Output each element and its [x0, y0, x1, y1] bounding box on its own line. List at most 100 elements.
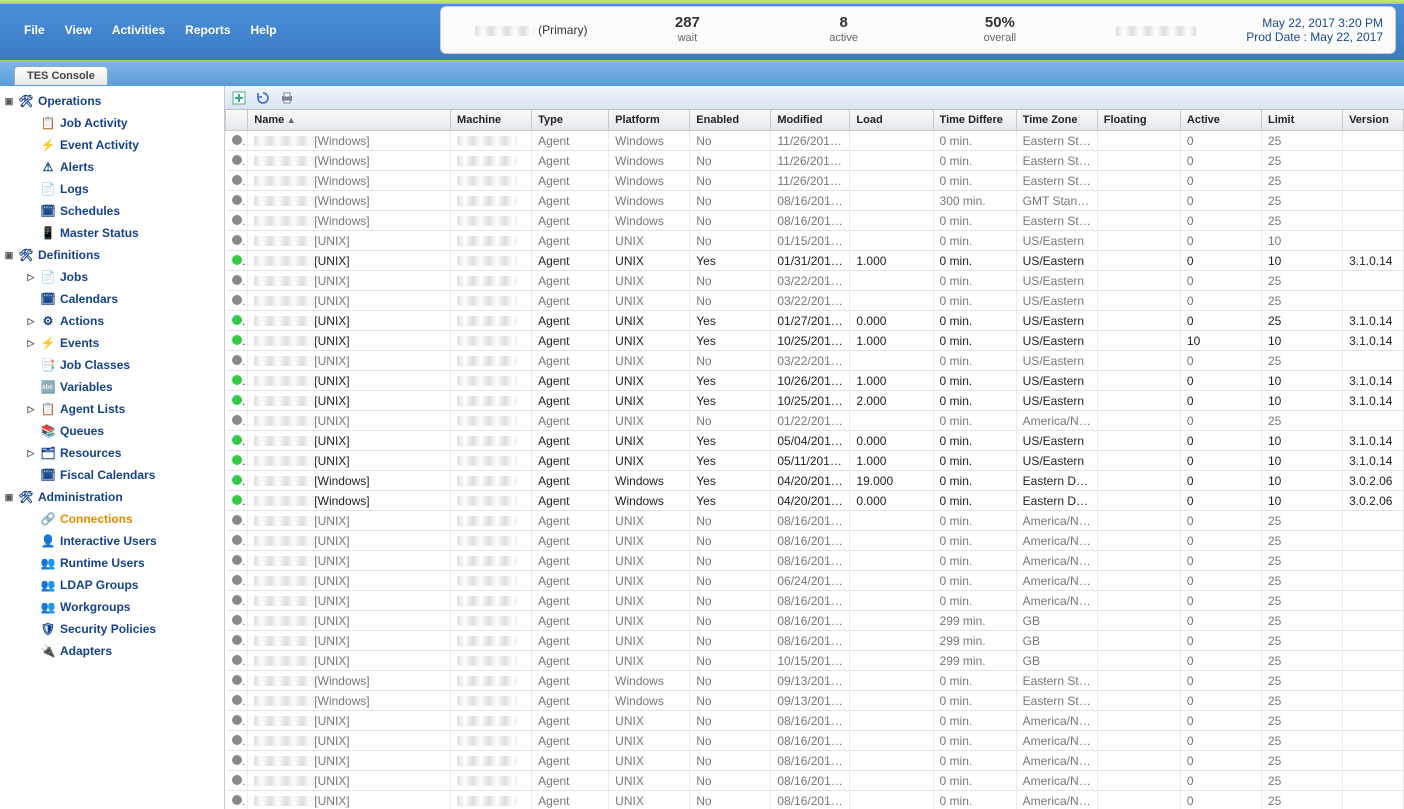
table-row[interactable]: [Windows]AgentWindowsNo11/26/2012 10 min… — [226, 151, 1404, 171]
table-row[interactable]: [UNIX]AgentUNIXYes10/25/2016 12.0000 min… — [226, 391, 1404, 411]
tree-item-event-activity[interactable]: ⚡Event Activity — [24, 134, 222, 156]
tab-tes-console[interactable]: TES Console — [14, 66, 108, 85]
table-row[interactable]: [Windows]AgentWindowsNo09/13/2012 10 min… — [226, 691, 1404, 711]
col-active[interactable]: Active — [1180, 110, 1261, 131]
tab-strip: TES Console — [0, 62, 1404, 86]
table-row[interactable]: [UNIX]AgentUNIXNo08/16/2012 10 min.Ameri… — [226, 791, 1404, 809]
status-wait: 287wait — [609, 12, 765, 47]
table-row[interactable]: [UNIX]AgentUNIXNo03/22/2017 10 min.US/Ea… — [226, 351, 1404, 371]
menu-activities[interactable]: Activities — [112, 23, 165, 37]
tree-item-security-policies[interactable]: 🛡Security Policies — [24, 618, 222, 640]
table-row[interactable]: [UNIX]AgentUNIXYes10/26/2016 11.0000 min… — [226, 371, 1404, 391]
table-row[interactable]: [UNIX]AgentUNIXNo10/15/2012 1299 min.GB0… — [226, 651, 1404, 671]
tree-item-calendars[interactable]: 🗓Calendars — [24, 288, 222, 310]
menu-help[interactable]: Help — [251, 23, 277, 37]
tree-item-master-status[interactable]: 📱Master Status — [24, 222, 222, 244]
table-row[interactable]: [UNIX]AgentUNIXNo08/16/2012 10 min.Ameri… — [226, 511, 1404, 531]
table-row[interactable]: [UNIX]AgentUNIXNo03/22/2017 10 min.US/Ea… — [226, 291, 1404, 311]
table-row[interactable]: [UNIX]AgentUNIXNo08/16/2012 1299 min.GB0… — [226, 611, 1404, 631]
agent-lists-icon: 📋 — [40, 401, 56, 417]
job-activity-icon: 📋 — [40, 115, 56, 131]
col-time-differe[interactable]: Time Differe — [933, 110, 1016, 131]
table-row[interactable]: [UNIX]AgentUNIXNo08/16/2012 1299 min.GB0… — [226, 631, 1404, 651]
tree-item-jobs[interactable]: ▷📄Jobs — [24, 266, 222, 288]
table-row[interactable]: [UNIX]AgentUNIXNo01/15/2013 10 min.US/Ea… — [226, 231, 1404, 251]
table-row[interactable]: [Windows]AgentWindowsNo11/26/2012 10 min… — [226, 131, 1404, 151]
tree-item-queues[interactable]: 📚Queues — [24, 420, 222, 442]
calendars-icon: 🗓 — [40, 291, 56, 307]
table-row[interactable]: [UNIX]AgentUNIXYes10/25/2016 11.0000 min… — [226, 331, 1404, 351]
tree-item-ldap-groups[interactable]: 👥LDAP Groups — [24, 574, 222, 596]
tree-item-schedules[interactable]: 🗓Schedules — [24, 200, 222, 222]
table-row[interactable]: [UNIX]AgentUNIXNo08/16/2012 10 min.Ameri… — [226, 591, 1404, 611]
status-dot-icon — [232, 235, 242, 245]
print-icon[interactable] — [279, 90, 295, 106]
table-row[interactable]: [UNIX]AgentUNIXNo08/16/2012 10 min.Ameri… — [226, 771, 1404, 791]
status-dot-icon — [232, 295, 242, 305]
status-dot-icon — [232, 755, 242, 765]
col-version[interactable]: Version — [1343, 110, 1404, 131]
table-row[interactable]: [UNIX]AgentUNIXNo08/16/2012 10 min.Ameri… — [226, 731, 1404, 751]
table-row[interactable]: [UNIX]AgentUNIXYes01/27/2017 10.0000 min… — [226, 311, 1404, 331]
tree-item-workgroups[interactable]: 👥Workgroups — [24, 596, 222, 618]
col-name[interactable]: Name — [248, 110, 451, 131]
menubar: File View Activities Reports Help — [0, 0, 440, 60]
table-row[interactable]: [UNIX]AgentUNIXYes01/31/2017 11.0000 min… — [226, 251, 1404, 271]
table-row[interactable]: [Windows]AgentWindowsNo08/16/2012 1300 m… — [226, 191, 1404, 211]
tree-item-actions[interactable]: ▷⚙Actions — [24, 310, 222, 332]
table-row[interactable]: [UNIX]AgentUNIXNo03/22/2017 10 min.US/Ea… — [226, 271, 1404, 291]
col-platform[interactable]: Platform — [609, 110, 690, 131]
tree-item-runtime-users[interactable]: 👥Runtime Users — [24, 552, 222, 574]
menu-file[interactable]: File — [24, 23, 45, 37]
col-modified[interactable]: Modified — [771, 110, 850, 131]
tree-item-resources[interactable]: ▷🗂Resources — [24, 442, 222, 464]
status-datetime: May 22, 2017 3:20 PM — [1246, 16, 1383, 30]
tree-item-agent-lists[interactable]: ▷📋Agent Lists — [24, 398, 222, 420]
menu-reports[interactable]: Reports — [185, 23, 230, 37]
col-enabled[interactable]: Enabled — [690, 110, 771, 131]
col-machine[interactable]: Machine — [451, 110, 532, 131]
table-row[interactable]: [Windows]AgentWindowsNo11/26/2012 10 min… — [226, 171, 1404, 191]
table-row[interactable]: [UNIX]AgentUNIXNo08/16/2012 10 min.Ameri… — [226, 551, 1404, 571]
table-row[interactable]: [UNIX]AgentUNIXNo06/24/2013 00 min.Ameri… — [226, 571, 1404, 591]
table-row[interactable]: [Windows]AgentWindowsNo09/13/2012 10 min… — [226, 671, 1404, 691]
table-row[interactable]: [UNIX]AgentUNIXNo08/16/2012 10 min.Ameri… — [226, 751, 1404, 771]
tree-item-adapters[interactable]: 🔌Adapters — [24, 640, 222, 662]
col-status[interactable] — [226, 110, 248, 131]
tree-item-events[interactable]: ▷⚡Events — [24, 332, 222, 354]
jobs-icon: 📄 — [40, 269, 56, 285]
col-limit[interactable]: Limit — [1261, 110, 1342, 131]
col-time-zone[interactable]: Time Zone — [1016, 110, 1097, 131]
table-row[interactable]: [UNIX]AgentUNIXYes05/04/2017 10.0000 min… — [226, 431, 1404, 451]
tree-group-operations[interactable]: ▣🛠Operations — [2, 90, 222, 112]
table-row[interactable]: [UNIX]AgentUNIXNo08/16/2012 10 min.Ameri… — [226, 531, 1404, 551]
menu-view[interactable]: View — [65, 23, 92, 37]
sidebar-tree[interactable]: ▣🛠Operations📋Job Activity⚡Event Activity… — [0, 86, 225, 809]
add-icon[interactable] — [231, 90, 247, 106]
table-row[interactable]: [Windows]AgentWindowsNo08/16/2012 10 min… — [226, 211, 1404, 231]
col-floating[interactable]: Floating — [1097, 110, 1180, 131]
tree-item-alerts[interactable]: ⚠Alerts — [24, 156, 222, 178]
tree-item-interactive-users[interactable]: 👤Interactive Users — [24, 530, 222, 552]
table-row[interactable]: [UNIX]AgentUNIXNo01/22/2013 00 min.Ameri… — [226, 411, 1404, 431]
tree-item-variables[interactable]: 🔤Variables — [24, 376, 222, 398]
col-type[interactable]: Type — [532, 110, 609, 131]
tree-item-job-activity[interactable]: 📋Job Activity — [24, 112, 222, 134]
tree-item-connections[interactable]: 🔗Connections — [24, 508, 222, 530]
status-dot-icon — [232, 355, 242, 365]
col-load[interactable]: Load — [850, 110, 933, 131]
tree-group-definitions[interactable]: ▣🛠Definitions — [2, 244, 222, 266]
table-row[interactable]: [Windows]AgentWindowsYes04/20/2017 10.00… — [226, 491, 1404, 511]
tree-group-administration[interactable]: ▣🛠Administration — [2, 486, 222, 508]
tree-item-job-classes[interactable]: 📑Job Classes — [24, 354, 222, 376]
connections-grid[interactable]: NameMachineTypePlatformEnabledModifiedLo… — [225, 110, 1404, 809]
refresh-icon[interactable] — [255, 90, 271, 106]
status-dot-icon — [232, 535, 242, 545]
event-activity-icon: ⚡ — [40, 137, 56, 153]
tree-item-fiscal-calendars[interactable]: 🗓Fiscal Calendars — [24, 464, 222, 486]
tree-item-logs[interactable]: 📄Logs — [24, 178, 222, 200]
table-row[interactable]: [UNIX]AgentUNIXYes05/11/2015 01.0000 min… — [226, 451, 1404, 471]
table-row[interactable]: [Windows]AgentWindowsYes04/20/2017 119.0… — [226, 471, 1404, 491]
table-row[interactable]: [UNIX]AgentUNIXNo08/16/2012 10 min.Ameri… — [226, 711, 1404, 731]
status-dot-icon — [232, 795, 242, 805]
